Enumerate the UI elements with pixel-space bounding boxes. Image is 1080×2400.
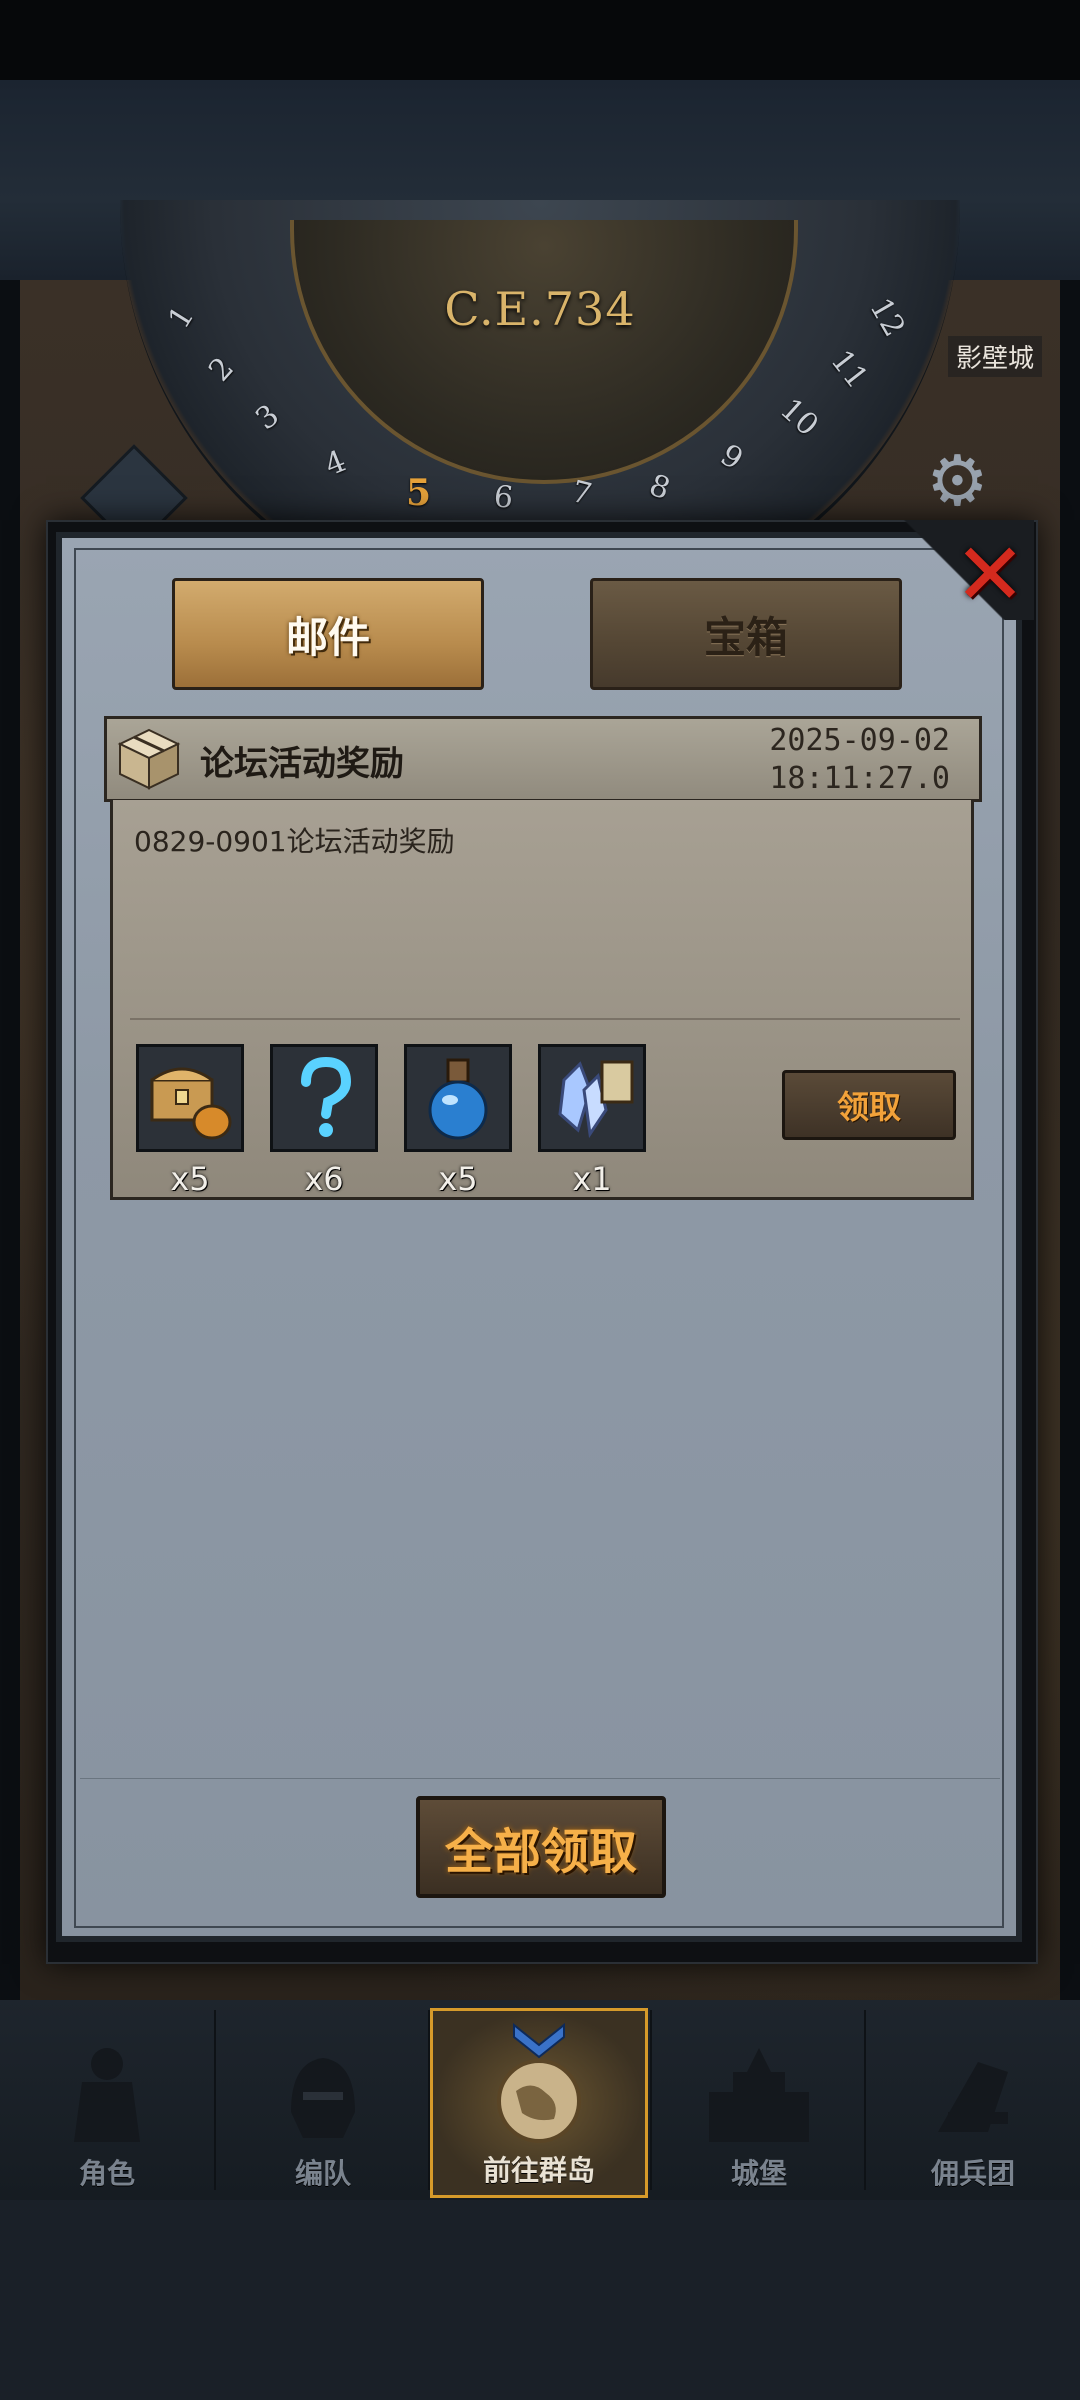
bottom-nav-footer [0, 2200, 1080, 2400]
nav-item-islands[interactable]: 前往群岛 [430, 2008, 648, 2198]
nav-item-castle[interactable]: 城堡 [652, 2008, 866, 2198]
mail-time: 18:11:27.0 [769, 761, 950, 796]
mercenary-banner-icon [938, 2062, 1008, 2132]
nav-item-mercenary[interactable]: 佣兵团 [866, 2008, 1080, 2198]
mystery-question-icon [301, 1056, 352, 1137]
attachment-quantity: x5 [438, 1160, 478, 1198]
attachment-quantity: x6 [304, 1160, 344, 1198]
tab-chest[interactable]: 宝箱 [590, 578, 902, 690]
panel-divider [80, 1778, 1000, 1779]
region-label[interactable]: 影壁城 [948, 336, 1043, 377]
nav-item-formation[interactable]: 编队 [216, 2008, 430, 2198]
mail-divider [130, 1018, 960, 1020]
tab-mail[interactable]: 邮件 [172, 578, 484, 690]
package-icon [114, 724, 184, 794]
attachment-slot[interactable] [404, 1044, 512, 1152]
mail-content: 0829-0901论坛活动奖励 [134, 825, 455, 858]
globe-compass-icon [497, 2022, 581, 2143]
mail-date: 2025-09-02 [769, 723, 950, 758]
mail-title: 论坛活动奖励 [200, 744, 404, 784]
era-label: C.E.734 [444, 282, 636, 336]
nav-label: 佣兵团 [930, 2157, 1015, 2190]
attachment-slot[interactable] [538, 1044, 646, 1152]
dial-number-current: 5 [406, 472, 432, 514]
nav-label: 前往群岛 [482, 2154, 595, 2187]
nav-label: 编队 [294, 2157, 351, 2190]
crystal-scroll-icon [558, 1060, 634, 1139]
nav-label: 角色 [78, 2157, 135, 2190]
attachment-slot[interactable] [270, 1044, 378, 1152]
nav-item-character[interactable]: 角色 [0, 2008, 214, 2198]
gear-icon[interactable]: ⚙ [926, 440, 989, 522]
claim-button[interactable]: 领取 [782, 1070, 956, 1140]
attachment-quantity: x5 [170, 1160, 210, 1198]
chest-with-sack-icon [150, 1067, 232, 1140]
attachment-quantity: x1 [572, 1160, 612, 1198]
knight-icon [74, 2048, 140, 2142]
mail-timestamp: 2025-09-02 18:11:27.0 [730, 722, 950, 798]
castle-icon [709, 2048, 809, 2142]
attachment-slot[interactable] [136, 1044, 244, 1152]
claim-all-button[interactable]: 全部领取 [416, 1796, 666, 1898]
helmet-icon [291, 2058, 355, 2138]
dial-number: 6 [492, 479, 515, 516]
close-icon[interactable]: ✕ [950, 532, 1030, 618]
blue-potion-icon [428, 1058, 488, 1140]
top-bar [0, 0, 1080, 80]
nav-label: 城堡 [730, 2157, 787, 2190]
